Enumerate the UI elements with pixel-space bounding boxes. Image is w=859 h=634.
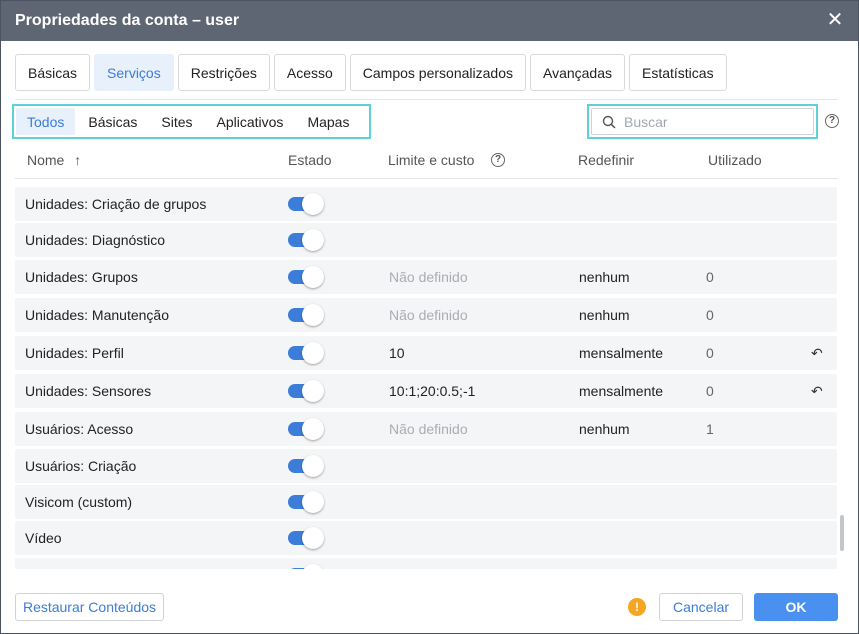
tab-acesso[interactable]: Acesso [273, 54, 346, 91]
table-row: Usuários: Acesso Não definido nenhum 1 [15, 412, 837, 446]
table-row: Usuários: Criação [15, 449, 837, 483]
table-row: Vídeo [15, 521, 837, 555]
used-value: 0 [706, 269, 714, 285]
filter-sites[interactable]: Sites [150, 108, 203, 135]
toggle-knob [302, 491, 324, 513]
dialog-titlebar: Propriedades da conta – user ✕ [1, 1, 858, 41]
service-name: Unidades: Manutenção [25, 307, 169, 323]
tab-serviços[interactable]: Serviços [94, 54, 174, 91]
main-tabs: Básicas Serviços Restrições Acesso Campos pe… [15, 54, 727, 91]
service-toggle[interactable] [288, 193, 324, 215]
table-row: Unidades: Grupos Não definido nenhum 0 [15, 260, 837, 294]
service-toggle[interactable] [288, 229, 324, 251]
reset-period[interactable]: nenhum [579, 307, 630, 323]
table-row: Visicom (custom) [15, 485, 837, 519]
search-input[interactable] [624, 113, 804, 130]
service-filter-group: Todos Básicas Sites Aplicativos Mapas [12, 104, 371, 139]
service-toggle[interactable] [288, 380, 324, 402]
dialog-title: Propriedades da conta – user [15, 12, 240, 29]
service-name: Website (custom) [25, 567, 134, 569]
service-toggle[interactable] [288, 564, 324, 569]
warning-icon[interactable]: ! [628, 598, 646, 616]
toggle-knob [302, 564, 324, 569]
toggle-knob [302, 266, 324, 288]
reset-period[interactable]: nenhum [579, 421, 630, 437]
service-toggle[interactable] [288, 304, 324, 326]
service-name: Unidades: Grupos [25, 269, 138, 285]
cancel-button[interactable]: Cancelar [659, 593, 743, 621]
table-row: Unidades: Manutenção Não definido nenhum 0 [15, 298, 837, 332]
ok-button[interactable]: OK [754, 593, 838, 621]
toggle-knob [302, 229, 324, 251]
used-value: 0 [706, 307, 714, 323]
used-value: 1 [706, 421, 714, 437]
service-name: Unidades: Criação de grupos [25, 196, 207, 212]
tab-básicas[interactable]: Básicas [15, 54, 91, 91]
restore-defaults-button[interactable]: Restaurar Conteúdos [15, 593, 164, 621]
service-name: Unidades: Diagnóstico [25, 232, 166, 248]
column-header-used: Utilizado [708, 152, 762, 168]
limit-value[interactable]: Não definido [389, 307, 468, 323]
account-properties-dialog: Propriedades da conta – user ✕ Básicas Se… [0, 0, 859, 634]
filter-básicas[interactable]: Básicas [77, 108, 148, 135]
close-icon[interactable]: ✕ [826, 10, 844, 30]
reset-period[interactable]: mensalmente [579, 345, 663, 361]
service-name: Usuários: Acesso [25, 421, 134, 437]
column-header-reset: Redefinir [578, 152, 635, 168]
service-toggle[interactable] [288, 491, 324, 513]
filter-mapas[interactable]: Mapas [296, 108, 360, 135]
undo-icon[interactable]: ↶ [811, 345, 823, 362]
limit-value[interactable]: Não definido [389, 421, 468, 437]
used-value: 0 [706, 345, 714, 361]
toggle-knob [302, 527, 324, 549]
service-toggle[interactable] [288, 342, 324, 364]
table-row: Unidades: Diagnóstico [15, 223, 837, 257]
table-header: Nome ↑ Estado Limite e custo ? Redefinir… [15, 141, 838, 179]
column-header-limit: Limite e custo [388, 152, 475, 168]
help-icon[interactable]: ? [825, 114, 839, 128]
service-toggle[interactable] [288, 418, 324, 440]
service-name: Unidades: Sensores [25, 383, 152, 399]
table-row: Website (custom) [15, 558, 837, 569]
table-row: Unidades: Perfil 10 mensalmente 0 ↶ [15, 336, 837, 370]
sort-ascending-icon[interactable]: ↑ [74, 152, 81, 168]
tab-avançadas[interactable]: Avançadas [529, 54, 625, 91]
tabs-divider [15, 99, 838, 100]
column-header-name[interactable]: Nome ↑ [27, 152, 81, 168]
limit-value[interactable]: Não definido [389, 269, 468, 285]
search-box[interactable] [591, 108, 814, 135]
service-name: Visicom (custom) [25, 494, 133, 510]
service-name: Vídeo [25, 530, 62, 546]
filter-aplicativos[interactable]: Aplicativos [206, 108, 295, 135]
table-scrollbar[interactable] [840, 515, 844, 551]
tab-restrições[interactable]: Restrições [177, 54, 270, 91]
table-row: Unidades: Criação de grupos [15, 187, 837, 221]
search-wrapper [587, 104, 818, 139]
tab-estatísticas[interactable]: Estatísticas [629, 54, 727, 91]
service-name: Usuários: Criação [25, 458, 137, 474]
toggle-knob [302, 193, 324, 215]
limit-value[interactable]: 10:1;20:0.5;-1 [389, 383, 475, 399]
service-toggle[interactable] [288, 266, 324, 288]
service-name: Unidades: Perfil [25, 345, 124, 361]
tab-campos-personalizados[interactable]: Campos personalizados [349, 54, 526, 91]
filter-todos[interactable]: Todos [16, 108, 76, 135]
table-row: Unidades: Sensores 10:1;20:0.5;-1 mensalme… [15, 374, 837, 408]
undo-icon[interactable]: ↶ [811, 383, 823, 400]
limit-value[interactable]: 10 [389, 345, 405, 361]
toggle-knob [302, 455, 324, 477]
limit-help-icon[interactable]: ? [491, 153, 505, 167]
used-value: 0 [706, 383, 714, 399]
reset-period[interactable]: mensalmente [579, 383, 663, 399]
column-header-state: Estado [288, 152, 332, 168]
service-toggle[interactable] [288, 527, 324, 549]
toggle-knob [302, 342, 324, 364]
search-icon [602, 115, 616, 129]
toggle-knob [302, 304, 324, 326]
reset-period[interactable]: nenhum [579, 269, 630, 285]
toggle-knob [302, 380, 324, 402]
service-toggle[interactable] [288, 455, 324, 477]
toggle-knob [302, 418, 324, 440]
services-table-body: Unidades: Criação de grupos Unidades: Dia… [15, 187, 837, 569]
